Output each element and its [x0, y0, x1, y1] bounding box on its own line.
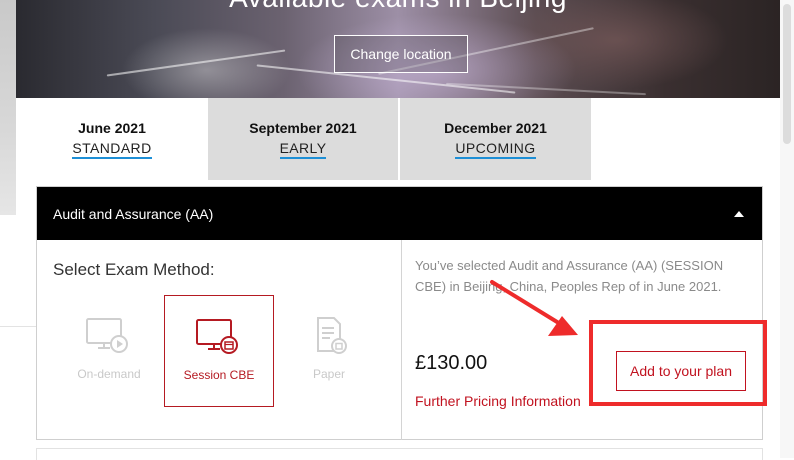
- light-streak: [106, 49, 286, 77]
- next-exam-panel: [36, 448, 763, 460]
- method-label-text: Paper: [312, 367, 346, 381]
- method-paper[interactable]: Paper: [274, 295, 384, 407]
- method-label: Select Exam Method:: [53, 260, 215, 279]
- page-title: Available exams in Beijing: [16, 0, 780, 14]
- hero-banner: Available exams in Beijing Change locati…: [16, 0, 780, 98]
- annotation-highlight-box: [589, 320, 767, 406]
- selection-summary: You’ve selected Audit and Assurance (AA)…: [415, 258, 724, 294]
- method-session-cbe[interactable]: Session CBE: [164, 295, 274, 407]
- exam-title: Audit and Assurance (AA): [53, 205, 214, 222]
- method-label-text: On-demand: [77, 367, 141, 381]
- further-pricing-link[interactable]: Further Pricing Information: [415, 393, 581, 409]
- change-location-button[interactable]: Change location: [334, 35, 468, 73]
- scrollbar[interactable]: [780, 0, 794, 458]
- page-background: [0, 0, 16, 215]
- tab-status: STANDARD: [72, 140, 152, 159]
- divider: [0, 326, 36, 327]
- tab-september-2021[interactable]: September 2021 EARLY: [208, 98, 398, 180]
- monitor-calendar-icon: [196, 319, 238, 354]
- tab-month: June 2021: [78, 120, 146, 136]
- method-on-demand[interactable]: On-demand: [54, 295, 164, 407]
- method-label-text: Session CBE: [183, 368, 255, 382]
- caret-up-icon: [734, 211, 744, 217]
- tab-june-2021[interactable]: June 2021 STANDARD: [16, 98, 208, 180]
- paper-exam-icon: [317, 317, 347, 354]
- exam-panel-header[interactable]: Audit and Assurance (AA): [37, 187, 762, 240]
- tab-status: EARLY: [279, 140, 327, 159]
- divider: [401, 240, 402, 440]
- tab-status: UPCOMING: [455, 140, 536, 159]
- tab-month: December 2021: [444, 120, 547, 136]
- monitor-play-icon: [86, 318, 128, 353]
- exam-price: £130.00: [415, 352, 488, 374]
- scrollbar-thumb[interactable]: [783, 4, 791, 144]
- tab-month: September 2021: [249, 120, 357, 136]
- tab-december-2021[interactable]: December 2021 UPCOMING: [400, 98, 591, 180]
